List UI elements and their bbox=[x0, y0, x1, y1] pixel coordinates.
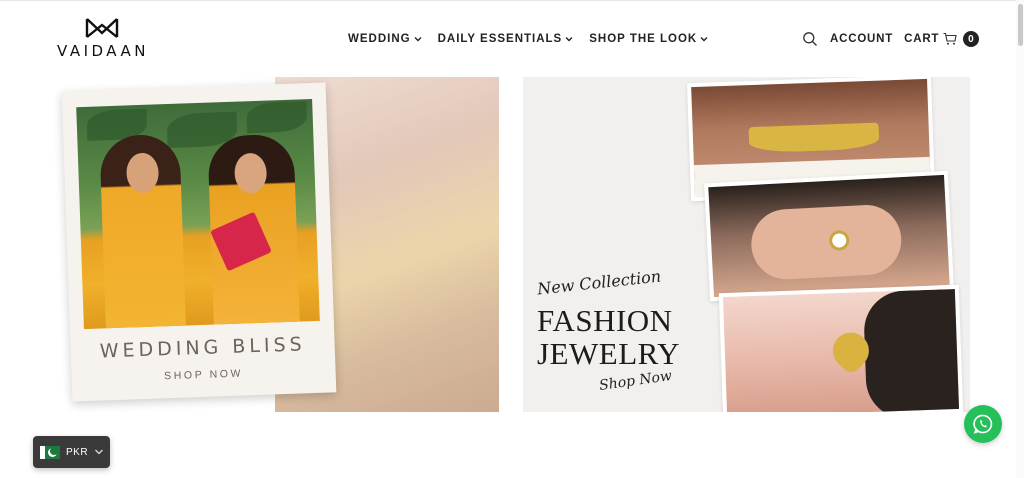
nav-item-shop-the-look[interactable]: SHOP THE LOOK bbox=[589, 33, 708, 45]
chevron-down-icon bbox=[565, 37, 573, 42]
headline-jewelry: JEWELRY bbox=[537, 336, 680, 371]
shop-now-link[interactable]: SHOP NOW bbox=[72, 364, 336, 385]
cart-label: CART bbox=[904, 33, 940, 45]
cart-count-badge: 0 bbox=[963, 31, 980, 47]
leaf-shape bbox=[246, 101, 308, 134]
nav-item-label: DAILY ESSENTIALS bbox=[437, 33, 563, 45]
rings-tile bbox=[704, 170, 954, 302]
nav-item-daily-essentials[interactable]: DAILY ESSENTIALS bbox=[438, 33, 574, 45]
page-scrollbar[interactable] bbox=[1016, 0, 1024, 478]
hair-shape bbox=[862, 288, 960, 412]
whatsapp-icon bbox=[973, 414, 993, 434]
currency-code: PKR bbox=[66, 446, 89, 458]
earring-image bbox=[722, 288, 960, 412]
wedding-photo bbox=[76, 98, 320, 330]
account-link[interactable]: ACCOUNT bbox=[830, 33, 893, 45]
pakistan-flag-icon bbox=[40, 445, 60, 459]
vaidaan-logo-icon bbox=[85, 18, 119, 38]
brand-logo[interactable]: VAIDAAN bbox=[56, 15, 150, 60]
brand-name: VAIDAAN bbox=[57, 42, 149, 60]
currency-selector[interactable]: PKR bbox=[33, 436, 110, 468]
header-actions: ACCOUNT CART 0 bbox=[802, 31, 980, 47]
scrollbar-thumb[interactable] bbox=[1018, 4, 1023, 46]
whatsapp-chat-button[interactable] bbox=[964, 405, 1002, 443]
site-header: VAIDAAN WEDDING DAILY ESSENTIALS SHOP TH… bbox=[0, 0, 1024, 76]
fashion-jewelry-banner[interactable]: New Collection FASHION JEWELRY Shop Now bbox=[523, 77, 970, 412]
gold-choker-shape bbox=[748, 122, 880, 154]
wedding-bliss-banner[interactable]: WEDDING BLISS SHOP NOW bbox=[61, 77, 683, 412]
rings-image bbox=[708, 174, 950, 298]
nav-item-wedding[interactable]: WEDDING bbox=[348, 33, 422, 45]
nav-item-label: WEDDING bbox=[348, 33, 411, 45]
search-icon[interactable] bbox=[802, 31, 818, 47]
cart-icon bbox=[943, 32, 957, 45]
chevron-down-icon bbox=[414, 37, 422, 42]
hand-shape bbox=[749, 203, 904, 282]
banner-title: WEDDING BLISS bbox=[99, 333, 307, 363]
headline-fashion: FASHION bbox=[537, 303, 673, 338]
polaroid-card: WEDDING BLISS SHOP NOW bbox=[61, 82, 337, 402]
new-collection-script: New Collection bbox=[536, 266, 662, 299]
flag-crescent-cut bbox=[50, 446, 58, 455]
chevron-down-icon bbox=[700, 37, 708, 42]
earring-tile bbox=[718, 284, 964, 412]
nav-item-label: SHOP THE LOOK bbox=[589, 33, 698, 45]
chevron-down-icon bbox=[95, 449, 104, 455]
main-nav: WEDDING DAILY ESSENTIALS SHOP THE LOOK bbox=[348, 33, 708, 45]
cart-link[interactable]: CART 0 bbox=[904, 31, 980, 47]
